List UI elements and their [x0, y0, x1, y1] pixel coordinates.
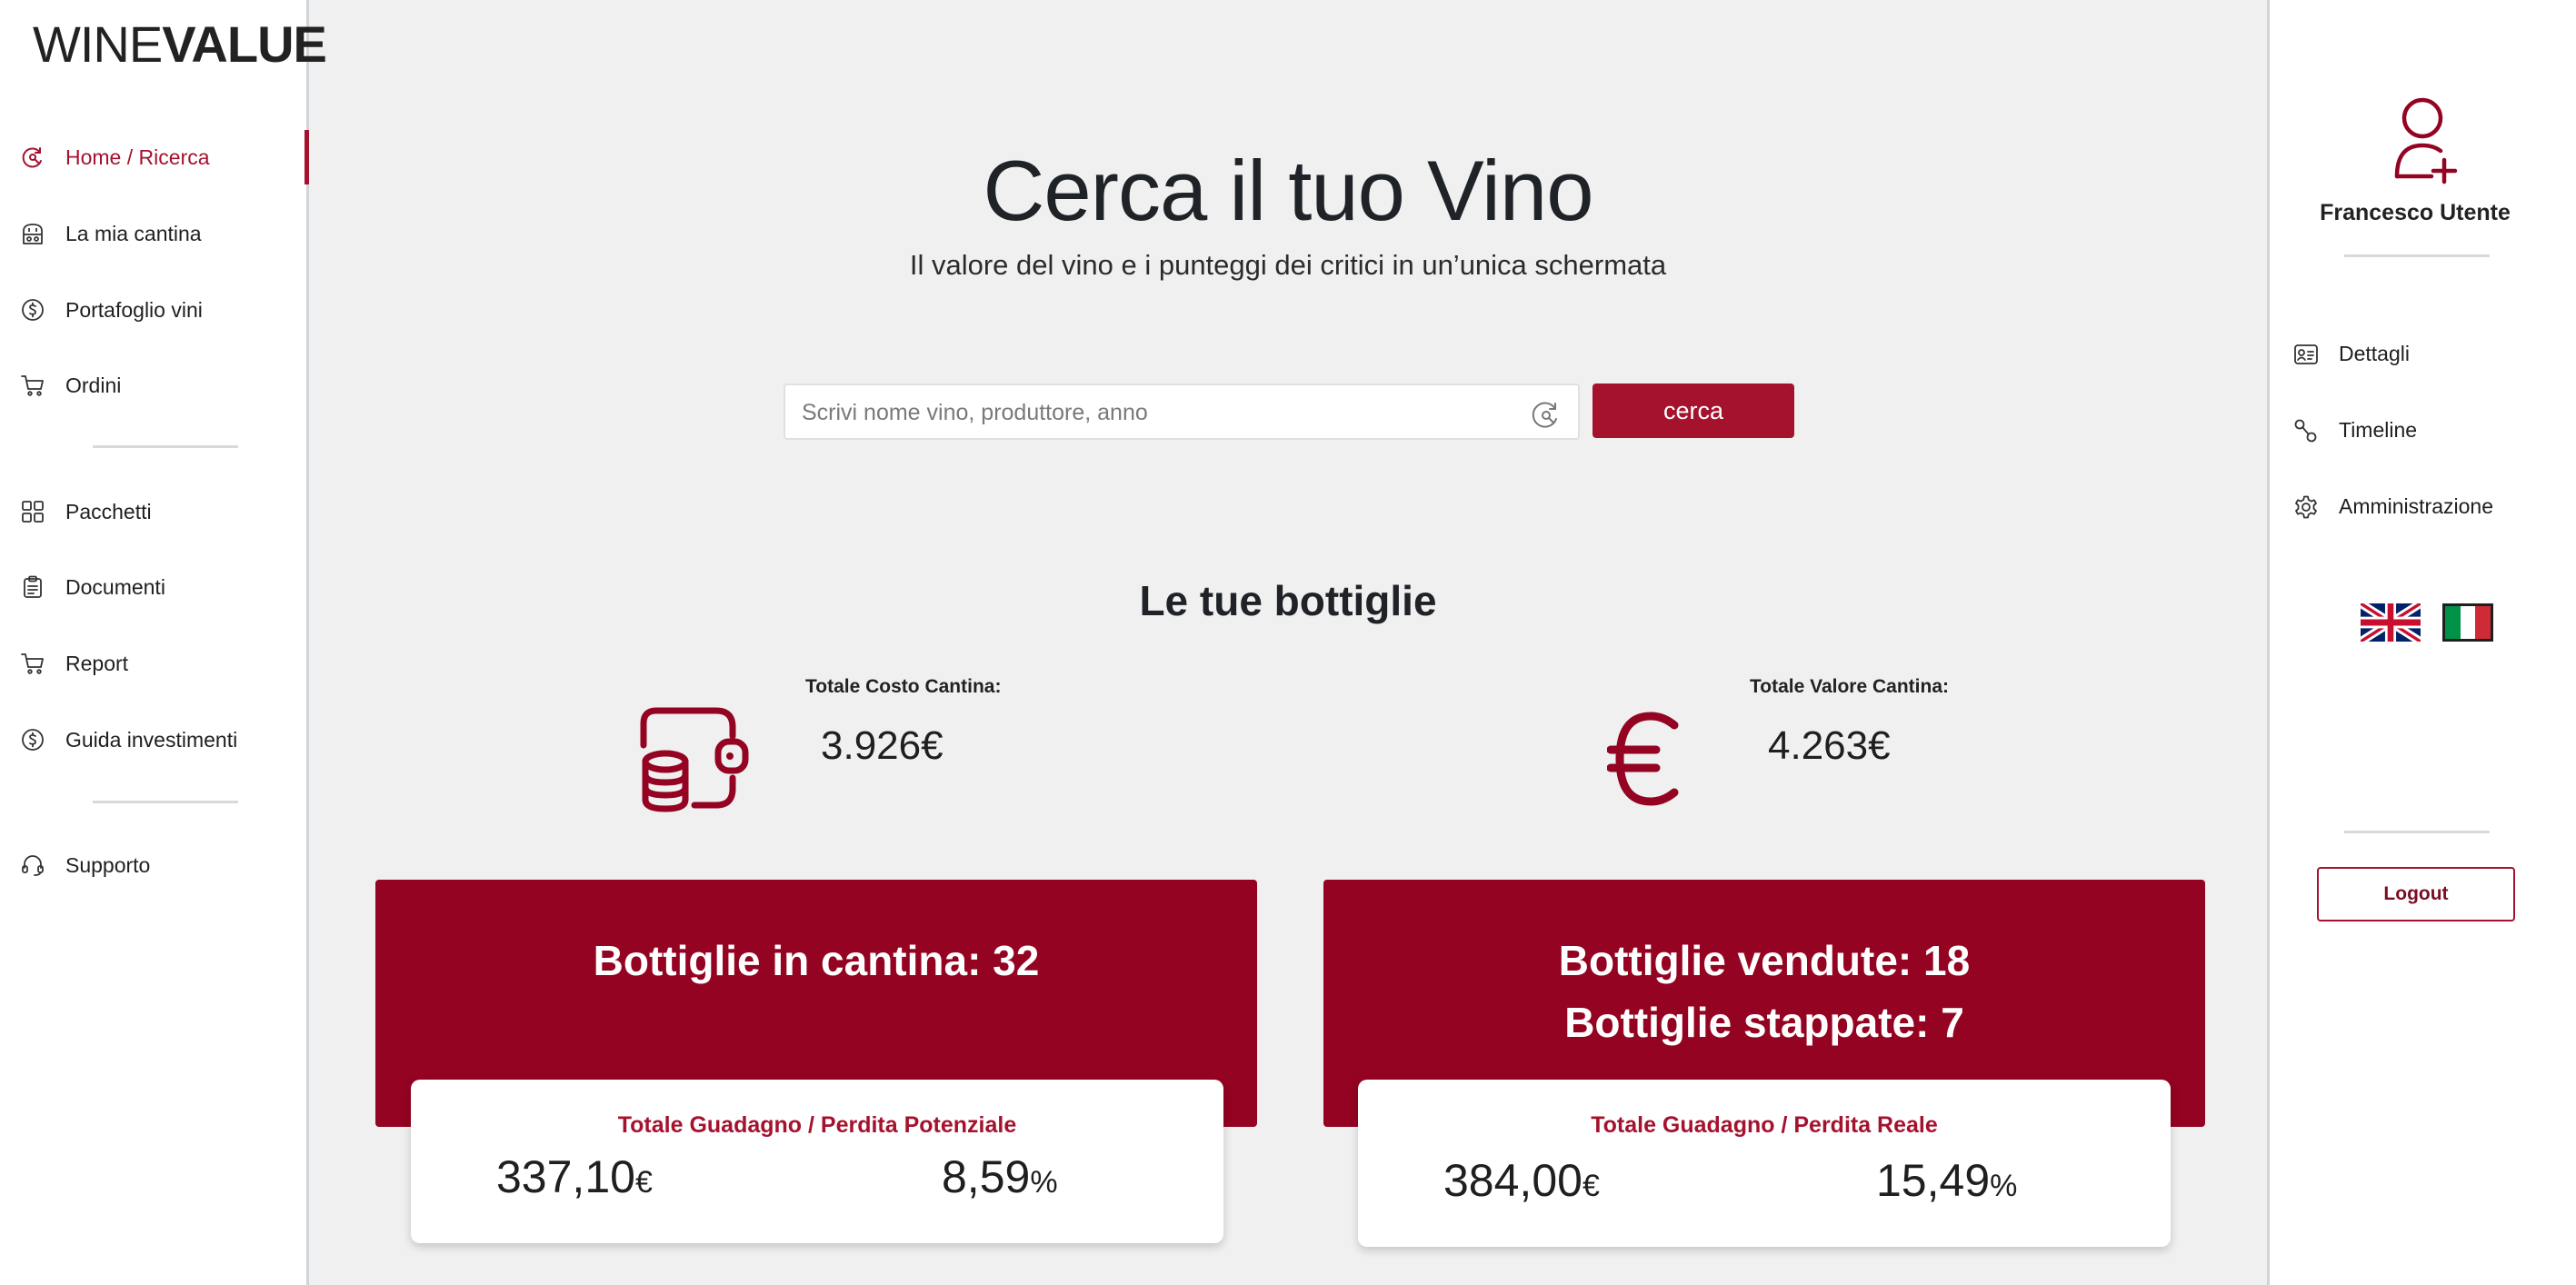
total-cost-label: Totale Costo Cantina: [805, 676, 1002, 697]
page-title: Cerca il tuo Vino [983, 143, 1594, 238]
user-menu-administration[interactable]: Amministrazione [2270, 482, 2570, 533]
euro-icon [1607, 712, 1679, 806]
page-subtitle: Il valore del vino e i punteggi dei crit… [909, 249, 1667, 281]
wallet-coins-icon [640, 707, 749, 812]
total-value-label: Totale Valore Cantina: [1750, 676, 1949, 697]
sidebar-item-label: Pacchetti [65, 499, 152, 523]
sidebar-item-home[interactable]: Home / Ricerca [0, 130, 309, 184]
logo-text-thin: WINE [33, 15, 163, 73]
sidebar-item-label: Report [65, 651, 129, 675]
bottles-sold-count: Bottiglie vendute: 18 [1558, 937, 1971, 984]
user-menu-label: Amministrazione [2339, 494, 2493, 518]
amount-number: 384,00 [1443, 1155, 1583, 1206]
grid-icon [22, 501, 44, 523]
amount-unit: € [634, 1165, 653, 1200]
sidebar-item-report[interactable]: Report [0, 636, 309, 691]
potential-gain-amount: 337,10€ [496, 1151, 653, 1203]
headset-icon [22, 855, 44, 876]
amount-number: 337,10 [496, 1151, 635, 1202]
real-gain-amount: 384,00€ [1443, 1154, 1600, 1207]
potential-gain-card: Totale Guadagno / Perdita Potenziale 337… [411, 1080, 1223, 1243]
amount-unit: € [1582, 1169, 1600, 1203]
sidebar-item-cellar[interactable]: La mia cantina [0, 206, 309, 261]
user-divider [2344, 254, 2490, 257]
gear-icon [2295, 495, 2317, 519]
user-menu-timeline[interactable]: Timeline [2270, 405, 2570, 456]
sidebar-item-label: Ordini [65, 373, 122, 397]
sidebar-divider [93, 801, 238, 803]
italy-flag-icon[interactable] [2442, 603, 2493, 642]
sidebar-item-orders[interactable]: Ordini [0, 358, 309, 413]
sidebar-item-label: La mia cantina [65, 221, 202, 245]
cart-icon [21, 375, 44, 396]
percent-unit: % [1990, 1169, 2018, 1203]
bottles-uncorked-count: Bottiglie stappate: 7 [1564, 999, 1964, 1046]
id-card-icon [2294, 344, 2318, 364]
sidebar-item-support[interactable]: Supporto [0, 838, 309, 892]
logout-button[interactable]: Logout [2317, 867, 2515, 921]
sidebar-item-documents[interactable]: Documenti [0, 560, 309, 614]
user-menu-label: Dettagli [2339, 342, 2410, 365]
search-refresh-icon [22, 147, 42, 168]
sidebar-item-label: Guida investimenti [65, 727, 238, 752]
search-box [784, 384, 1580, 440]
app-logo[interactable]: WINEVALUE [33, 15, 327, 74]
cellar-icon [23, 224, 43, 244]
add-user-icon [2394, 97, 2458, 184]
total-cost-value: 3.926€ [821, 723, 944, 768]
sidebar-item-label: Home / Ricerca [65, 144, 210, 169]
sidebar-item-label: Documenti [65, 574, 165, 599]
search-input[interactable] [802, 393, 1511, 433]
user-menu-label: Timeline [2339, 418, 2418, 442]
dollar-coin-icon [22, 299, 44, 321]
potential-gain-title: Totale Guadagno / Perdita Potenziale [617, 1112, 1017, 1138]
left-sidebar: WINEVALUE Home / Ricerca La mia cantina … [0, 0, 327, 1285]
dollar-coin-icon [22, 729, 44, 751]
bottles-section-title: Le tue bottiglie [1139, 577, 1437, 624]
search-refresh-icon[interactable] [1529, 398, 1562, 431]
uk-flag-icon[interactable] [2361, 603, 2421, 642]
timeline-icon [2294, 419, 2317, 443]
real-gain-percent: 15,49% [1876, 1154, 2017, 1207]
logout-divider [2344, 831, 2490, 833]
percent-number: 15,49 [1876, 1155, 1991, 1206]
clipboard-icon [24, 575, 42, 598]
right-sidebar: Francesco Utente Dettagli Timeline Ammin… [2267, 0, 2576, 1285]
sidebar-item-wine-portfolio[interactable]: Portafoglio vini [0, 283, 309, 337]
sidebar-item-label: Supporto [65, 852, 151, 877]
search-button[interactable]: cerca [1593, 384, 1794, 438]
sidebar-item-label: Portafoglio vini [65, 297, 203, 322]
bottles-in-cellar-count: Bottiglie in cantina: 32 [593, 937, 1040, 984]
total-value-value: 4.263€ [1768, 723, 1891, 768]
potential-gain-percent: 8,59% [942, 1151, 1058, 1203]
user-name: Francesco Utente [2320, 200, 2511, 225]
sidebar-item-packages[interactable]: Pacchetti [0, 484, 309, 539]
user-menu-details[interactable]: Dettagli [2270, 329, 2570, 380]
percent-number: 8,59 [942, 1151, 1031, 1202]
sidebar-item-investment-guide[interactable]: Guida investimenti [0, 712, 309, 767]
percent-unit: % [1030, 1165, 1058, 1200]
real-gain-card: Totale Guadagno / Perdita Reale 384,00€ … [1358, 1080, 2171, 1247]
cart-icon [21, 653, 44, 674]
logo-text-bold: VALUE [162, 15, 327, 73]
real-gain-title: Totale Guadagno / Perdita Reale [1591, 1112, 1938, 1138]
sidebar-divider [93, 445, 238, 448]
